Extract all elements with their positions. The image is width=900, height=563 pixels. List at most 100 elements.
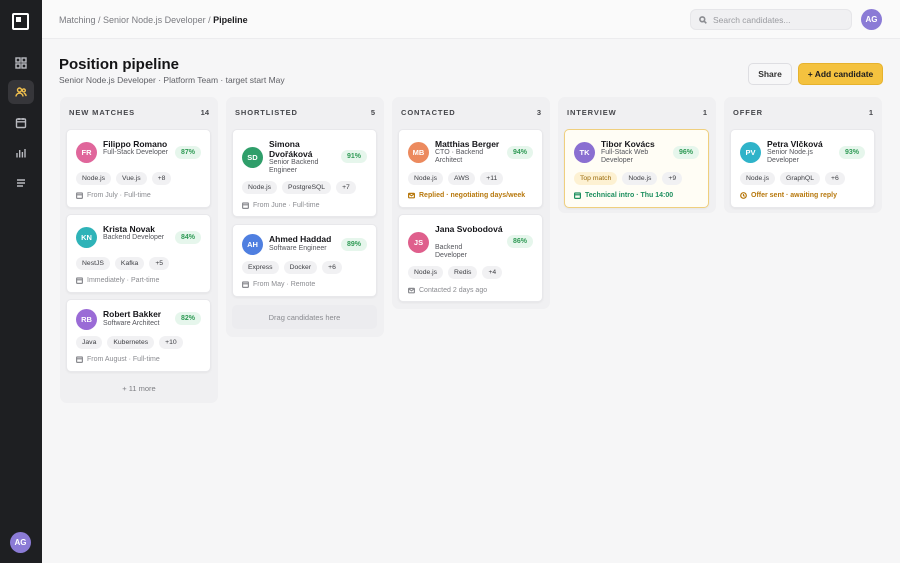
candidate-card[interactable]: TK Tibor Kovács Full-Stack Web Developer… — [564, 129, 709, 208]
breadcrumb-separator: / — [205, 15, 214, 25]
dashboard-icon[interactable] — [8, 51, 34, 75]
candidate-role: Backend Developer — [103, 234, 165, 241]
candidate-card[interactable]: MB Matthias Berger CTO · Backend Archite… — [398, 129, 543, 208]
skill-tags: Node.js PostgreSQL +7 — [242, 181, 356, 194]
status-text: Replied · negotiating days/week — [419, 192, 526, 199]
calendar-icon[interactable] — [8, 111, 34, 135]
availability: From May · Remote — [242, 281, 315, 288]
availability: From August · Full-time — [76, 356, 160, 363]
page-subtitle: Senior Node.js Developer · Platform Team… — [59, 75, 285, 85]
column-title: NEW MATCHES — [69, 107, 136, 117]
match-score-badge: 89% — [340, 238, 367, 251]
availability-text: Immediately · Part-time — [87, 277, 160, 284]
skill-tag: AWS — [448, 172, 476, 185]
column-title: INTERVIEW — [567, 107, 617, 117]
analytics-icon[interactable] — [8, 141, 34, 165]
show-more-link[interactable]: + 11 more — [60, 384, 218, 393]
skill-tag: NestJS — [76, 257, 110, 270]
clock-icon — [740, 192, 747, 199]
more-skills-tag: +6 — [322, 261, 342, 274]
availability-text: From May · Remote — [253, 281, 316, 288]
column-contacted: CONTACTED 3 MB Matthias Berger CTO · Bac… — [392, 97, 550, 309]
candidate-role: Senior Backend Engineer — [269, 159, 319, 174]
calendar-icon — [76, 356, 83, 363]
calendar-icon — [242, 202, 249, 209]
list-icon[interactable] — [8, 171, 34, 195]
column-offer: OFFER 1 PV Petra Vlčková Senior Node.js … — [724, 97, 882, 213]
match-score-badge: 82% — [174, 312, 201, 325]
skill-tag: Kafka — [114, 257, 145, 270]
calendar-icon — [242, 281, 249, 288]
skill-tag: Node.js — [408, 266, 444, 279]
breadcrumb-separator: / — [95, 15, 104, 25]
more-skills-tag: +6 — [825, 172, 845, 185]
drop-zone[interactable]: Drag candidates here — [232, 305, 377, 329]
candidate-card[interactable]: SD Simona Dvořáková Senior Backend Engin… — [232, 129, 377, 217]
candidates-icon[interactable] — [8, 80, 34, 104]
logo-icon[interactable] — [12, 13, 29, 30]
search-input[interactable] — [713, 14, 843, 25]
candidate-role: Full-Stack Web Developer — [601, 149, 649, 164]
add-candidate-button[interactable]: + Add candidate — [798, 63, 883, 85]
status-text: Offer sent · awaiting reply — [751, 192, 837, 199]
page-title: Position pipeline — [59, 56, 180, 73]
search-icon — [699, 15, 707, 24]
more-skills-tag: +7 — [336, 181, 356, 194]
column-count: 5 — [370, 107, 375, 117]
candidate-card[interactable]: JS Jana Svobodová Backend Developer 86% … — [398, 214, 543, 302]
candidate-role: Backend Developer — [435, 244, 467, 259]
skill-tag: Node.js — [76, 172, 112, 185]
match-score-badge: 87% — [174, 146, 201, 159]
candidate-name: Tibor Kovács — [601, 139, 655, 149]
column-title: SHORTLISTED — [235, 107, 298, 117]
skill-tag: Node.js — [408, 172, 444, 185]
search-box[interactable] — [690, 9, 852, 30]
match-score-badge: 84% — [174, 231, 201, 244]
candidate-card[interactable]: AH Ahmed Haddad Software Engineer 89% Ex… — [232, 224, 377, 297]
candidate-card[interactable]: RB Robert Bakker Software Architect 82% … — [66, 299, 211, 372]
skill-tag: Node.js — [242, 181, 278, 194]
more-skills-tag: +11 — [480, 172, 504, 185]
column-count: 3 — [536, 107, 541, 117]
candidate-name: Simona Dvořáková — [269, 139, 313, 159]
skill-tag: Node.js — [740, 172, 776, 185]
breadcrumb-matching[interactable]: Matching — [59, 15, 96, 25]
skill-tag: Node.js — [622, 172, 658, 185]
match-score-badge: 96% — [672, 146, 699, 159]
share-button[interactable]: Share — [748, 63, 792, 85]
skill-tags: NestJS Kafka +5 — [76, 257, 170, 270]
column-count: 14 — [200, 107, 209, 117]
availability: From June · Full-time — [242, 202, 320, 209]
candidate-card[interactable]: FR Filippo Romano Full-Stack Developer 8… — [66, 129, 211, 208]
more-skills-tag: +5 — [149, 257, 170, 270]
candidate-name: Matthias Berger — [435, 139, 500, 149]
candidate-name: Jana Svobodová — [435, 224, 503, 234]
column-count: 1 — [702, 107, 707, 117]
status-line: Technical intro · Thu 14:00 — [574, 192, 673, 199]
calendar-icon — [574, 192, 581, 199]
skill-tag: Docker — [283, 261, 318, 274]
status-line: Contacted 2 days ago — [408, 287, 487, 294]
candidate-avatar: MB — [408, 142, 429, 163]
candidate-avatar: TK — [574, 142, 595, 163]
top-bar: Matching / Senior Node.js Developer / Pi… — [42, 0, 900, 39]
candidate-role: Software Architect — [103, 320, 160, 327]
candidate-card[interactable]: KN Krista Novak Backend Developer 84% Ne… — [66, 214, 211, 293]
sidebar-avatar[interactable]: AG — [10, 532, 31, 553]
candidate-avatar: FR — [76, 142, 97, 163]
skill-tags: Express Docker +6 — [242, 261, 342, 274]
breadcrumb-position[interactable]: Senior Node.js Developer — [103, 15, 206, 25]
candidate-card[interactable]: PV Petra Vlčková Senior Node.js Develope… — [730, 129, 875, 208]
calendar-icon — [76, 277, 83, 284]
skill-tags: Node.js AWS +11 — [408, 172, 504, 185]
candidate-avatar: SD — [242, 147, 263, 168]
column-new-matches: NEW MATCHES 14 FR Filippo Romano Full-St… — [60, 97, 218, 403]
user-avatar[interactable]: AG — [861, 9, 882, 30]
breadcrumb: Matching / Senior Node.js Developer / Pi… — [59, 15, 248, 25]
candidate-name: Petra Vlčková — [767, 139, 823, 149]
skill-tag: GraphQL — [780, 172, 821, 185]
more-skills-tag: +8 — [151, 172, 172, 185]
skill-tag: Kubernetes — [107, 336, 155, 349]
candidate-name: Robert Bakker — [103, 309, 162, 319]
availability-text: From June · Full-time — [253, 202, 320, 209]
